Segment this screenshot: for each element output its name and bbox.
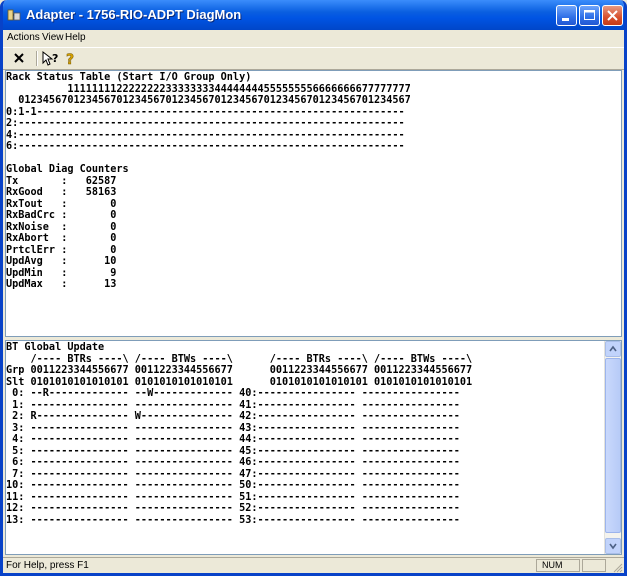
counter-row: RxGood : 58163 bbox=[6, 187, 116, 198]
rack-header-tens: 1111111122222222333333334444444455555555… bbox=[6, 83, 411, 95]
chevron-up-icon bbox=[609, 345, 617, 352]
close-x-icon bbox=[14, 53, 24, 63]
chevron-down-icon bbox=[609, 543, 617, 550]
bt-update-text: BT Global Update /---- BTRs ----\ /---- … bbox=[6, 341, 621, 526]
counter-row: RxNoise : 0 bbox=[6, 222, 116, 233]
rack-row: 0:1-1-----------------------------------… bbox=[6, 106, 405, 118]
counter-value: 13 bbox=[67, 279, 117, 290]
app-icon bbox=[7, 9, 21, 21]
bt-update-row: 5: ---------------- ---------------- 45:… bbox=[6, 445, 460, 457]
app-window: Adapter - 1756-RIO-ADPT DiagMon Actions … bbox=[0, 0, 627, 576]
close-icon bbox=[607, 10, 618, 21]
counter-value: 0 bbox=[67, 244, 117, 256]
about-help-icon: ? bbox=[66, 52, 75, 69]
close-window-button[interactable] bbox=[602, 5, 623, 26]
bt-update-row: 0: --R------------- --W------------- 40:… bbox=[6, 388, 460, 399]
num-lock-indicator: NUM bbox=[536, 559, 580, 572]
counter-name: PrtclErr : bbox=[6, 244, 68, 256]
maximize-icon bbox=[584, 10, 595, 20]
counter-name: RxTout : bbox=[6, 198, 68, 210]
bt-update-row: 7: ---------------- ---------------- 47:… bbox=[6, 468, 460, 480]
status-panel bbox=[582, 559, 606, 572]
close-toolbar-button[interactable] bbox=[8, 49, 30, 68]
svg-text:?: ? bbox=[52, 52, 58, 65]
counter-name: UpdAvg : bbox=[6, 256, 68, 267]
counter-name: UpdMin : bbox=[6, 267, 68, 279]
context-help-icon: ? bbox=[42, 50, 58, 66]
title-bar[interactable]: Adapter - 1756-RIO-ADPT DiagMon bbox=[3, 0, 624, 30]
rack-row: 6:--------------------------------------… bbox=[6, 141, 405, 152]
bt-update-row: 2: R--------------- W--------------- 42:… bbox=[6, 411, 460, 422]
bt-update-row: Grp 0011223344556677 0011223344556677 00… bbox=[6, 365, 473, 376]
window-title: Adapter - 1756-RIO-ADPT DiagMon bbox=[26, 7, 242, 22]
toolbar: ? ? bbox=[3, 47, 624, 70]
about-help-button[interactable]: ? bbox=[61, 49, 83, 69]
rack-row: 4:--------------------------------------… bbox=[6, 129, 405, 141]
counter-value: 0 bbox=[67, 233, 117, 244]
counter-row: UpdAvg : 10 bbox=[6, 256, 116, 267]
counter-row: Tx : 62587 bbox=[6, 176, 116, 187]
toolbar-separator bbox=[36, 51, 38, 66]
counter-name: RxGood : bbox=[6, 187, 68, 198]
scroll-down-button[interactable] bbox=[605, 538, 621, 554]
svg-text:?: ? bbox=[66, 52, 74, 68]
bt-update-row: 1: ---------------- ---------------- 41:… bbox=[6, 399, 460, 411]
counter-name: RxBadCrc : bbox=[6, 210, 68, 221]
menu-view[interactable]: View bbox=[42, 32, 64, 43]
rack-status-title: Rack Status Table (Start I/O Group Only) bbox=[6, 72, 252, 83]
bt-update-row: 3: ---------------- ---------------- 43:… bbox=[6, 422, 460, 434]
rack-header-units: 0123456701234567012345670123456701234567… bbox=[6, 95, 411, 106]
counters-list: Tx : 62587 RxGood : 58163 RxTout : 0 RxB… bbox=[6, 176, 116, 291]
bt-update-row: 13: ---------------- ---------------- 53… bbox=[6, 514, 460, 526]
bt-update-pane[interactable]: BT Global Update /---- BTRs ----\ /---- … bbox=[5, 340, 622, 555]
bt-update-title: BT Global Update bbox=[6, 342, 105, 353]
bt-update-row: 6: ---------------- ---------------- 46:… bbox=[6, 457, 460, 468]
bt-update-row: Slt 0101010101010101 0101010101010101 01… bbox=[6, 376, 473, 388]
vertical-scrollbar[interactable] bbox=[604, 341, 621, 554]
minimize-icon bbox=[562, 18, 569, 21]
menu-help[interactable]: Help bbox=[65, 32, 86, 43]
counter-value: 9 bbox=[67, 267, 117, 279]
rack-row: 2:--------------------------------------… bbox=[6, 118, 405, 129]
counter-row: UpdMin : 9 bbox=[6, 268, 116, 279]
counter-value: 0 bbox=[67, 198, 117, 210]
counter-value: 0 bbox=[67, 210, 117, 221]
rack-status-pane[interactable]: Rack Status Table (Start I/O Group Only)… bbox=[5, 70, 622, 337]
counter-value: 0 bbox=[67, 221, 117, 233]
bt-update-row: 10: ---------------- ---------------- 50… bbox=[6, 480, 460, 491]
scroll-thumb[interactable] bbox=[605, 358, 621, 533]
counter-row: UpdMax : 13 bbox=[6, 279, 116, 290]
counter-name: RxNoise : bbox=[6, 221, 68, 233]
menu-actions[interactable]: Actions bbox=[7, 32, 40, 43]
rack-status-text: Rack Status Table (Start I/O Group Only)… bbox=[6, 71, 621, 291]
counter-row: RxAbort : 0 bbox=[6, 233, 116, 244]
status-help-text: For Help, press F1 bbox=[6, 560, 89, 571]
counter-value: 58163 bbox=[67, 187, 117, 198]
counter-value: 10 bbox=[67, 256, 117, 267]
status-bar: For Help, press F1 NUM bbox=[3, 557, 624, 573]
resize-grip-icon[interactable] bbox=[611, 561, 623, 573]
counter-row: PrtclErr : 0 bbox=[6, 245, 116, 256]
bt-update-row: 11: ---------------- ---------------- 51… bbox=[6, 491, 460, 503]
scroll-up-button[interactable] bbox=[605, 341, 621, 357]
counter-row: RxBadCrc : 0 bbox=[6, 210, 116, 221]
counter-name: UpdMax : bbox=[6, 279, 68, 290]
maximize-button[interactable] bbox=[579, 5, 600, 26]
bt-update-row: 12: ---------------- ---------------- 52… bbox=[6, 503, 460, 514]
counter-name: Tx : bbox=[6, 175, 68, 187]
counter-name: RxAbort : bbox=[6, 233, 68, 244]
minimize-button[interactable] bbox=[556, 5, 577, 26]
bt-update-row: /---- BTRs ----\ /---- BTWs ----\ /---- … bbox=[6, 353, 473, 365]
counter-value: 62587 bbox=[67, 175, 117, 187]
counters-title: Global Diag Counters bbox=[6, 164, 129, 175]
context-help-button[interactable]: ? bbox=[40, 49, 62, 68]
menu-bar: Actions View Help bbox=[3, 30, 624, 46]
counter-row: RxTout : 0 bbox=[6, 199, 116, 210]
bt-update-row: 4: ---------------- ---------------- 44:… bbox=[6, 434, 460, 445]
